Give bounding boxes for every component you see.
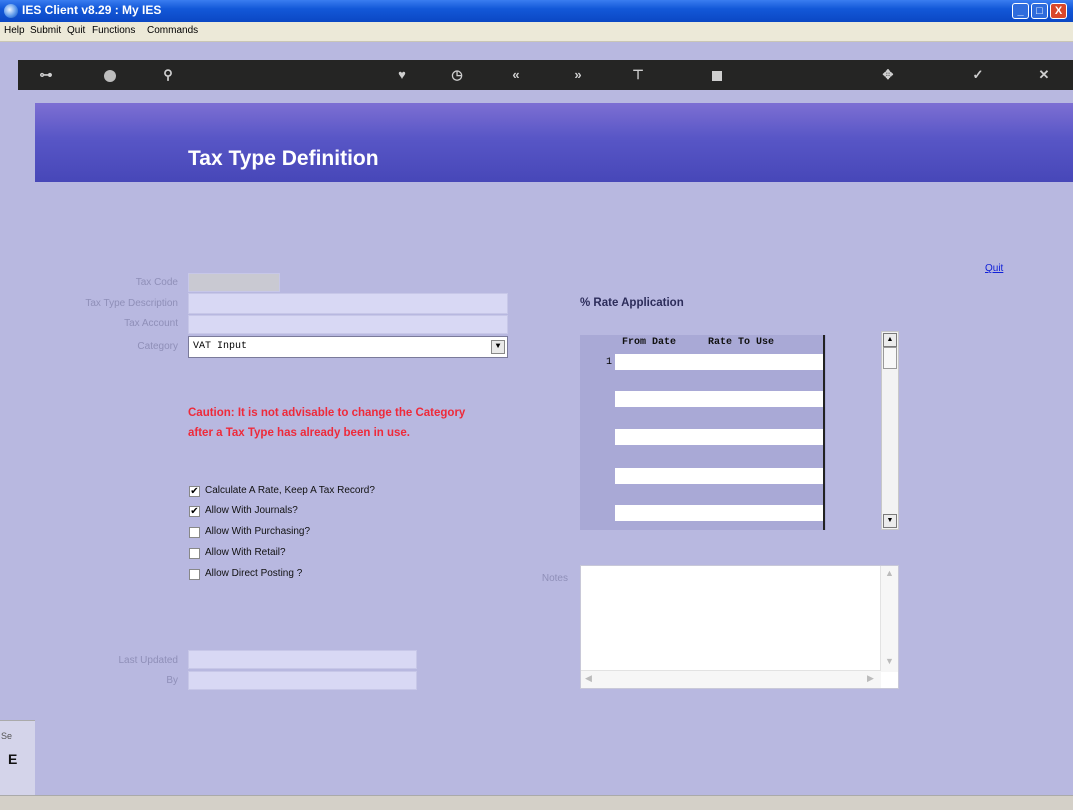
scroll-thumb[interactable] <box>883 347 897 369</box>
notes-vertical-scrollbar[interactable]: ▲ ▼ <box>880 566 898 672</box>
scroll-up-icon[interactable]: ▲ <box>885 568 894 578</box>
notes-horizontal-scrollbar[interactable]: ◀ ▶ <box>581 670 881 688</box>
app-icon <box>4 4 18 18</box>
key-icon[interactable]: ⊶ <box>32 60 60 90</box>
menu-quit[interactable]: Quit <box>67 25 85 36</box>
checkbox-label: Allow With Purchasing? <box>205 526 311 537</box>
close-button[interactable]: X <box>1050 3 1067 19</box>
grid-row-input[interactable] <box>615 354 823 370</box>
quit-link[interactable]: Quit <box>985 263 1003 274</box>
column-header-rate-to-use: Rate To Use <box>708 337 775 348</box>
heart-icon[interactable]: ♥ <box>388 60 416 90</box>
scroll-up-icon[interactable]: ▲ <box>883 333 897 347</box>
grid-divider <box>823 335 825 530</box>
next-icon[interactable]: » <box>564 60 592 90</box>
caution-message: Caution: It is not advisable to change t… <box>188 407 466 439</box>
rate-application-title: % Rate Application <box>580 297 684 309</box>
minimize-button[interactable]: _ <box>1012 3 1029 19</box>
checkbox[interactable] <box>189 548 200 559</box>
title-bar: IES Client v8.29 : My IES _ □ X <box>0 0 1073 22</box>
page-title: Tax Type Definition <box>188 147 379 170</box>
tree-icon[interactable]: ⊤ <box>624 60 652 90</box>
checkbox-allow-journals[interactable]: ✔ Allow With Journals? <box>189 504 449 520</box>
tax-account-field[interactable] <box>188 315 508 334</box>
grid-row-input[interactable] <box>615 505 823 521</box>
scroll-left-icon[interactable]: ◀ <box>585 673 592 684</box>
checkbox-label: Allow With Journals? <box>205 505 298 516</box>
toolbar: ⊶ ⚲ ♥ ◷ « » ⊤ ✥ ✓ ✕ <box>18 60 1073 90</box>
checkbox-calculate-rate[interactable]: ✔ Calculate A Rate, Keep A Tax Record? <box>189 484 449 500</box>
checkbox[interactable]: ✔ <box>189 486 200 497</box>
maximize-button[interactable]: □ <box>1031 3 1048 19</box>
chevron-down-icon[interactable]: ▼ <box>491 340 505 354</box>
notes-textarea[interactable]: ▲ ▼ ◀ ▶ <box>580 565 899 689</box>
scroll-down-icon[interactable]: ▼ <box>883 514 897 528</box>
grid-row-input[interactable] <box>615 468 823 484</box>
cancel-icon[interactable]: ✕ <box>1030 60 1058 90</box>
checkbox-label: Allow With Retail? <box>205 547 286 558</box>
category-value: VAT Input <box>193 341 248 352</box>
help-icon[interactable] <box>96 60 124 90</box>
last-updated-label: Last Updated <box>118 655 179 666</box>
checkbox[interactable] <box>189 527 200 538</box>
checkbox-label: Calculate A Rate, Keep A Tax Record? <box>205 485 375 496</box>
tax-type-description-field[interactable] <box>188 293 508 314</box>
category-select[interactable]: VAT Input ▼ <box>188 336 508 358</box>
checkbox-allow-purchasing[interactable]: Allow With Purchasing? <box>189 525 449 541</box>
grid-row-input[interactable] <box>615 391 823 407</box>
row-number: 1 <box>606 357 613 368</box>
tax-code-label: Tax Code <box>135 277 178 288</box>
scroll-right-icon[interactable]: ▶ <box>867 673 874 684</box>
search-icon[interactable]: ⚲ <box>154 60 182 90</box>
tax-account-label: Tax Account <box>124 318 178 329</box>
rate-grid: From Date Rate To Use 1 <box>580 335 826 530</box>
menu-help[interactable]: Help <box>4 25 25 36</box>
grid-scrollbar[interactable]: ▲ ▼ <box>881 331 899 530</box>
header-banner: Tax Type Definition <box>35 103 1073 182</box>
side-panel-glyph: E <box>8 751 18 767</box>
status-bar <box>0 795 1073 810</box>
side-panel-stub: Se E <box>0 720 35 796</box>
app-window: IES Client v8.29 : My IES _ □ X Help Sub… <box>0 0 1073 810</box>
menu-functions[interactable]: Functions <box>92 25 135 36</box>
by-label: By <box>166 675 178 686</box>
grid-row-input[interactable] <box>615 429 823 445</box>
checkbox-allow-direct-posting[interactable]: Allow Direct Posting ? <box>189 567 449 583</box>
nav-icon[interactable]: ✥ <box>874 60 902 90</box>
checkbox-label: Allow Direct Posting ? <box>205 568 303 579</box>
notes-label: Notes <box>541 573 568 584</box>
scroll-down-icon[interactable]: ▼ <box>885 656 894 666</box>
menu-submit[interactable]: Submit <box>30 25 61 36</box>
clock-icon[interactable]: ◷ <box>443 60 471 90</box>
tax-code-field[interactable] <box>188 273 280 292</box>
column-header-from-date: From Date <box>622 337 677 348</box>
menu-bar: Help Submit Quit Functions Commands <box>0 22 1073 42</box>
stop-icon[interactable] <box>703 60 731 90</box>
last-updated-field <box>188 650 417 669</box>
menu-commands[interactable]: Commands <box>147 25 198 36</box>
checkbox-allow-retail[interactable]: Allow With Retail? <box>189 546 449 562</box>
by-field <box>188 671 417 690</box>
side-panel-text: Se <box>1 731 13 741</box>
check-icon[interactable]: ✓ <box>964 60 992 90</box>
tax-type-description-label: Tax Type Description <box>85 298 178 309</box>
checkbox[interactable] <box>189 569 200 580</box>
window-title: IES Client v8.29 : My IES <box>22 3 162 17</box>
prev-icon[interactable]: « <box>502 60 530 90</box>
category-label: Category <box>137 341 178 352</box>
checkbox[interactable]: ✔ <box>189 506 200 517</box>
